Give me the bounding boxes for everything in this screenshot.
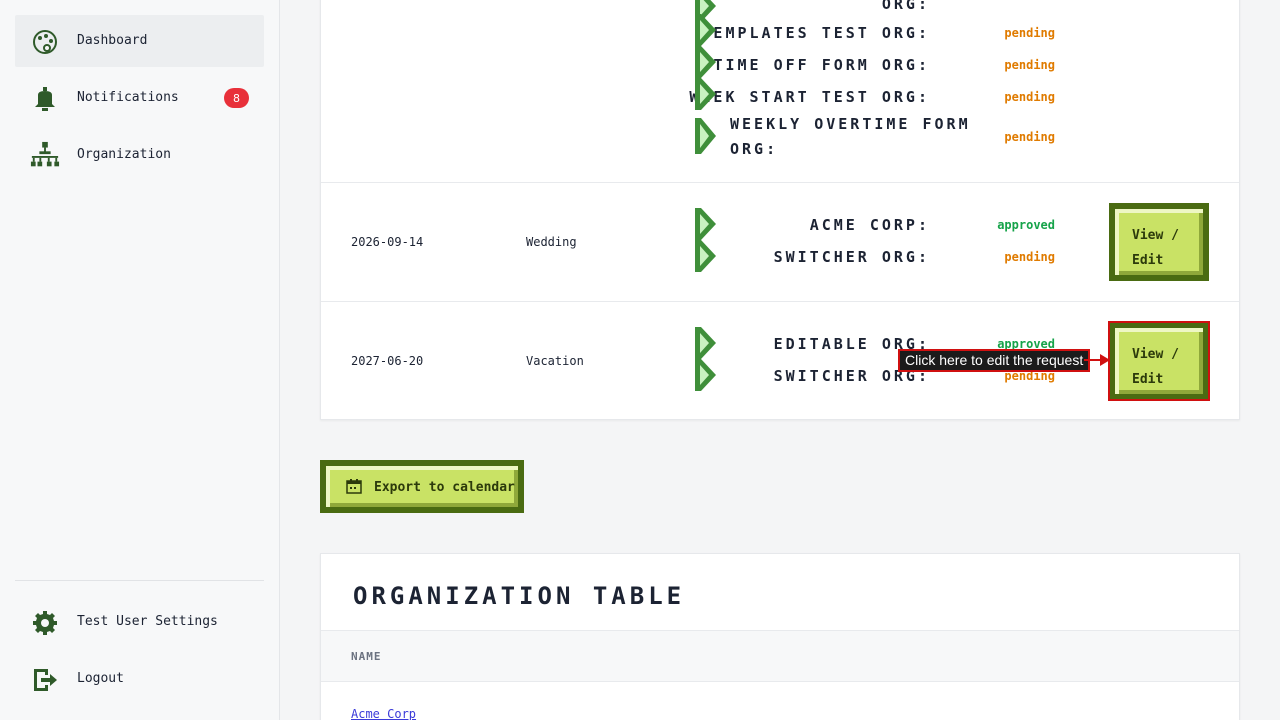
type-cell: Wedding [526,235,577,249]
org-name: Templates Test Org: [701,24,930,42]
status-badge: pending [1004,58,1055,72]
org-name: Org: [881,0,930,13]
sidebar-item-notifications[interactable]: Notifications 8 [15,72,264,124]
sidebar-item-settings[interactable]: Test User Settings [15,596,264,648]
palette-icon [30,27,60,57]
table-row: 2026-09-14 Wedding Acme Corp: approved S… [321,182,1239,302]
org-status-line: Week Start Test Org: pending [689,81,1055,113]
organization-link[interactable]: Acme Corp [351,707,416,720]
button-label: View / [1132,347,1179,362]
sidebar-item-logout[interactable]: Logout [15,653,264,705]
notification-badge: 8 [224,88,249,108]
status-badge: pending [1004,90,1055,104]
column-header-name: Name [351,650,382,663]
view-edit-button[interactable]: View / Edit [1109,203,1209,281]
export-to-calendar-button[interactable]: Export to calendar [320,460,524,513]
button-label: Edit [1132,253,1164,268]
status-badge: pending [1004,130,1055,144]
sidebar-item-label: Notifications [77,90,179,105]
table-header: Name [321,630,1239,682]
logout-icon [30,665,60,695]
date-cell: 2027-06-20 [351,354,424,368]
calendar-icon [346,478,362,498]
view-edit-button[interactable]: View / Edit [1108,321,1210,401]
button-label: Edit [1132,372,1164,387]
sidebar-item-label: Organization [77,147,171,162]
type-cell: Vacation [526,354,584,368]
org-name: Switcher Org: [773,248,930,266]
sidebar: Dashboard Notifications 8 Organization T… [0,0,280,720]
button-label: Export to calendar [374,480,515,495]
org-name: Week Start Test Org: [689,88,930,106]
sidebar-item-label: Logout [77,671,124,686]
sidebar-item-dashboard[interactable]: Dashboard [15,15,264,67]
date-cell: 2026-09-14 [351,235,424,249]
status-badge: pending [1004,250,1055,264]
edit-hint-tooltip: Click here to edit the request [898,349,1091,372]
sidebar-item-organization[interactable]: Organization [15,129,264,181]
arrow-right-icon [1100,354,1110,366]
button-label: View / [1132,228,1179,243]
org-status-line: Time Off Form Org: pending [695,49,1055,81]
org-name: Weekly Overtime Form [730,115,971,133]
section-title: Organization Table [353,582,686,610]
status-badge: pending [1004,26,1055,40]
gear-icon [30,608,60,638]
org-status-line: Switcher Org: pending [695,241,1055,273]
org-status-line: Templates Test Org: pending [695,17,1055,49]
org-chart-icon [30,141,60,171]
sidebar-divider [15,580,264,581]
status-badge: approved [997,218,1055,232]
organization-table: Organization Table Name Acme Corp [320,553,1240,720]
org-name: Org: [730,140,779,158]
org-status-line: Acme Corp: approved [695,209,1055,241]
bell-icon [30,84,60,114]
sidebar-item-label: Dashboard [77,33,148,48]
org-name: Time Off Form Org: [713,56,930,74]
sidebar-item-label: Test User Settings [77,614,218,629]
org-name: Acme Corp: [809,216,930,234]
org-status-line: Weekly Overtime Form Org: pending [695,113,1055,161]
